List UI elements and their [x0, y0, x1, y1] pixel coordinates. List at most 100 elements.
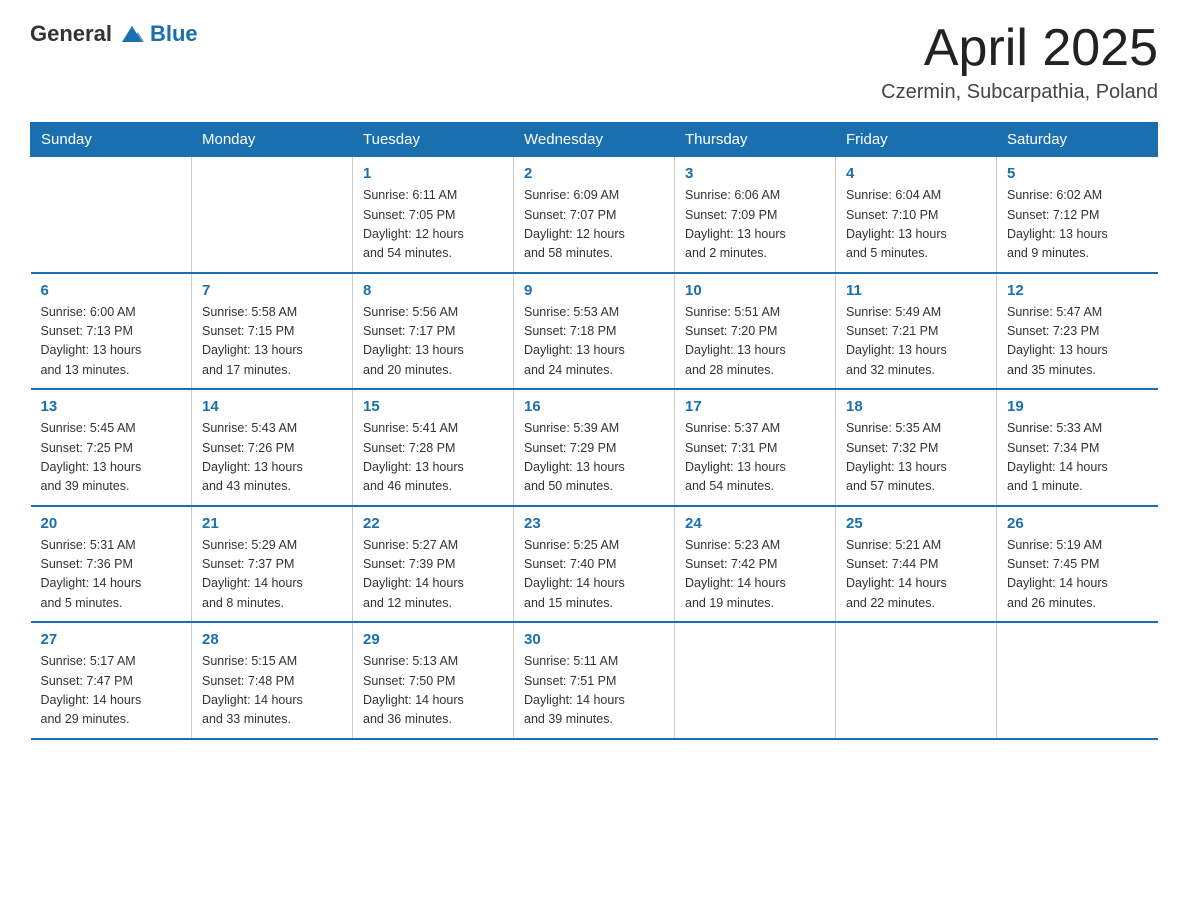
- day-number: 29: [363, 631, 503, 648]
- day-number: 22: [363, 515, 503, 532]
- week-row-1: 1 Sunrise: 6:11 AMSunset: 7:05 PMDaylight…: [31, 157, 1158, 273]
- day-cell: 20 Sunrise: 5:31 AMSunset: 7:36 PMDayligh…: [31, 506, 192, 623]
- day-info: Sunrise: 5:17 AMSunset: 7:47 PMDaylight:…: [41, 652, 182, 730]
- day-number: 11: [846, 282, 986, 299]
- day-number: 20: [41, 515, 182, 532]
- day-number: 19: [1007, 398, 1148, 415]
- logo-general: General: [30, 21, 112, 47]
- day-info: Sunrise: 6:04 AMSunset: 7:10 PMDaylight:…: [846, 186, 986, 264]
- day-info: Sunrise: 5:39 AMSunset: 7:29 PMDaylight:…: [524, 419, 664, 497]
- day-cell: 24 Sunrise: 5:23 AMSunset: 7:42 PMDayligh…: [675, 506, 836, 623]
- day-cell: 19 Sunrise: 5:33 AMSunset: 7:34 PMDayligh…: [997, 389, 1158, 506]
- day-number: 25: [846, 515, 986, 532]
- day-info: Sunrise: 5:23 AMSunset: 7:42 PMDaylight:…: [685, 536, 825, 614]
- week-row-4: 20 Sunrise: 5:31 AMSunset: 7:36 PMDayligh…: [31, 506, 1158, 623]
- day-cell: 29Sunrise: 5:13 AMSunset: 7:50 PMDayligh…: [353, 622, 514, 739]
- day-cell: 15Sunrise: 5:41 AMSunset: 7:28 PMDayligh…: [353, 389, 514, 506]
- day-cell: 21Sunrise: 5:29 AMSunset: 7:37 PMDayligh…: [192, 506, 353, 623]
- day-number: 2: [524, 165, 664, 182]
- day-cell: 30Sunrise: 5:11 AMSunset: 7:51 PMDayligh…: [514, 622, 675, 739]
- logo: General Blue: [30, 20, 198, 48]
- day-number: 14: [202, 398, 342, 415]
- day-info: Sunrise: 6:02 AMSunset: 7:12 PMDaylight:…: [1007, 186, 1148, 264]
- day-info: Sunrise: 5:35 AMSunset: 7:32 PMDaylight:…: [846, 419, 986, 497]
- day-number: 8: [363, 282, 503, 299]
- column-header-tuesday: Tuesday: [353, 123, 514, 157]
- column-header-wednesday: Wednesday: [514, 123, 675, 157]
- day-cell: 13 Sunrise: 5:45 AMSunset: 7:25 PMDayligh…: [31, 389, 192, 506]
- day-cell: 23 Sunrise: 5:25 AMSunset: 7:40 PMDayligh…: [514, 506, 675, 623]
- day-number: 23: [524, 515, 664, 532]
- day-cell: [997, 622, 1158, 739]
- title-block: April 2025 Czermin, Subcarpathia, Poland: [881, 20, 1158, 104]
- day-number: 12: [1007, 282, 1148, 299]
- day-cell: 10 Sunrise: 5:51 AMSunset: 7:20 PMDayligh…: [675, 273, 836, 390]
- day-cell: 14 Sunrise: 5:43 AMSunset: 7:26 PMDayligh…: [192, 389, 353, 506]
- day-number: 16: [524, 398, 664, 415]
- day-number: 5: [1007, 165, 1148, 182]
- column-header-sunday: Sunday: [31, 123, 192, 157]
- day-info: Sunrise: 5:31 AMSunset: 7:36 PMDaylight:…: [41, 536, 182, 614]
- day-info: Sunrise: 5:25 AMSunset: 7:40 PMDaylight:…: [524, 536, 664, 614]
- day-info: Sunrise: 5:56 AMSunset: 7:17 PMDaylight:…: [363, 303, 503, 381]
- day-info: Sunrise: 5:47 AMSunset: 7:23 PMDaylight:…: [1007, 303, 1148, 381]
- day-number: 10: [685, 282, 825, 299]
- month-title: April 2025: [881, 20, 1158, 77]
- logo-blue: Blue: [150, 21, 198, 47]
- week-row-2: 6 Sunrise: 6:00 AMSunset: 7:13 PMDaylight…: [31, 273, 1158, 390]
- location-subtitle: Czermin, Subcarpathia, Poland: [881, 81, 1158, 104]
- day-info: Sunrise: 6:00 AMSunset: 7:13 PMDaylight:…: [41, 303, 182, 381]
- day-cell: 16 Sunrise: 5:39 AMSunset: 7:29 PMDayligh…: [514, 389, 675, 506]
- day-info: Sunrise: 5:45 AMSunset: 7:25 PMDaylight:…: [41, 419, 182, 497]
- day-number: 24: [685, 515, 825, 532]
- day-info: Sunrise: 5:53 AMSunset: 7:18 PMDaylight:…: [524, 303, 664, 381]
- day-cell: [675, 622, 836, 739]
- day-number: 21: [202, 515, 342, 532]
- day-cell: 11 Sunrise: 5:49 AMSunset: 7:21 PMDayligh…: [836, 273, 997, 390]
- day-cell: 2 Sunrise: 6:09 AMSunset: 7:07 PMDaylight…: [514, 157, 675, 273]
- day-info: Sunrise: 5:43 AMSunset: 7:26 PMDaylight:…: [202, 419, 342, 497]
- day-info: Sunrise: 5:37 AMSunset: 7:31 PMDaylight:…: [685, 419, 825, 497]
- day-cell: [192, 157, 353, 273]
- day-cell: 5 Sunrise: 6:02 AMSunset: 7:12 PMDaylight…: [997, 157, 1158, 273]
- day-cell: 1 Sunrise: 6:11 AMSunset: 7:05 PMDaylight…: [353, 157, 514, 273]
- day-info: Sunrise: 5:21 AMSunset: 7:44 PMDaylight:…: [846, 536, 986, 614]
- column-header-friday: Friday: [836, 123, 997, 157]
- day-cell: 12 Sunrise: 5:47 AMSunset: 7:23 PMDayligh…: [997, 273, 1158, 390]
- day-number: 26: [1007, 515, 1148, 532]
- day-info: Sunrise: 5:41 AMSunset: 7:28 PMDaylight:…: [363, 419, 503, 497]
- column-header-saturday: Saturday: [997, 123, 1158, 157]
- week-row-3: 13 Sunrise: 5:45 AMSunset: 7:25 PMDayligh…: [31, 389, 1158, 506]
- day-cell: 3Sunrise: 6:06 AMSunset: 7:09 PMDaylight…: [675, 157, 836, 273]
- day-info: Sunrise: 5:51 AMSunset: 7:20 PMDaylight:…: [685, 303, 825, 381]
- day-number: 1: [363, 165, 503, 182]
- day-cell: 7Sunrise: 5:58 AMSunset: 7:15 PMDaylight…: [192, 273, 353, 390]
- day-number: 6: [41, 282, 182, 299]
- day-number: 28: [202, 631, 342, 648]
- day-cell: 22 Sunrise: 5:27 AMSunset: 7:39 PMDayligh…: [353, 506, 514, 623]
- day-cell: 8 Sunrise: 5:56 AMSunset: 7:17 PMDaylight…: [353, 273, 514, 390]
- day-info: Sunrise: 6:11 AMSunset: 7:05 PMDaylight:…: [363, 186, 503, 264]
- column-header-monday: Monday: [192, 123, 353, 157]
- day-info: Sunrise: 5:27 AMSunset: 7:39 PMDaylight:…: [363, 536, 503, 614]
- day-cell: 18 Sunrise: 5:35 AMSunset: 7:32 PMDayligh…: [836, 389, 997, 506]
- day-info: Sunrise: 5:49 AMSunset: 7:21 PMDaylight:…: [846, 303, 986, 381]
- day-number: 18: [846, 398, 986, 415]
- day-info: Sunrise: 5:33 AMSunset: 7:34 PMDaylight:…: [1007, 419, 1148, 497]
- day-number: 17: [685, 398, 825, 415]
- day-cell: 26 Sunrise: 5:19 AMSunset: 7:45 PMDayligh…: [997, 506, 1158, 623]
- column-header-thursday: Thursday: [675, 123, 836, 157]
- day-cell: 27 Sunrise: 5:17 AMSunset: 7:47 PMDayligh…: [31, 622, 192, 739]
- day-number: 27: [41, 631, 182, 648]
- day-number: 4: [846, 165, 986, 182]
- day-info: Sunrise: 6:06 AMSunset: 7:09 PMDaylight:…: [685, 186, 825, 264]
- day-cell: 4 Sunrise: 6:04 AMSunset: 7:10 PMDaylight…: [836, 157, 997, 273]
- day-number: 7: [202, 282, 342, 299]
- page-header: General Blue April 2025 Czermin, Subcarp…: [30, 20, 1158, 104]
- day-cell: 28Sunrise: 5:15 AMSunset: 7:48 PMDayligh…: [192, 622, 353, 739]
- day-info: Sunrise: 6:09 AMSunset: 7:07 PMDaylight:…: [524, 186, 664, 264]
- day-cell: [31, 157, 192, 273]
- day-cell: 6 Sunrise: 6:00 AMSunset: 7:13 PMDaylight…: [31, 273, 192, 390]
- day-number: 13: [41, 398, 182, 415]
- day-info: Sunrise: 5:19 AMSunset: 7:45 PMDaylight:…: [1007, 536, 1148, 614]
